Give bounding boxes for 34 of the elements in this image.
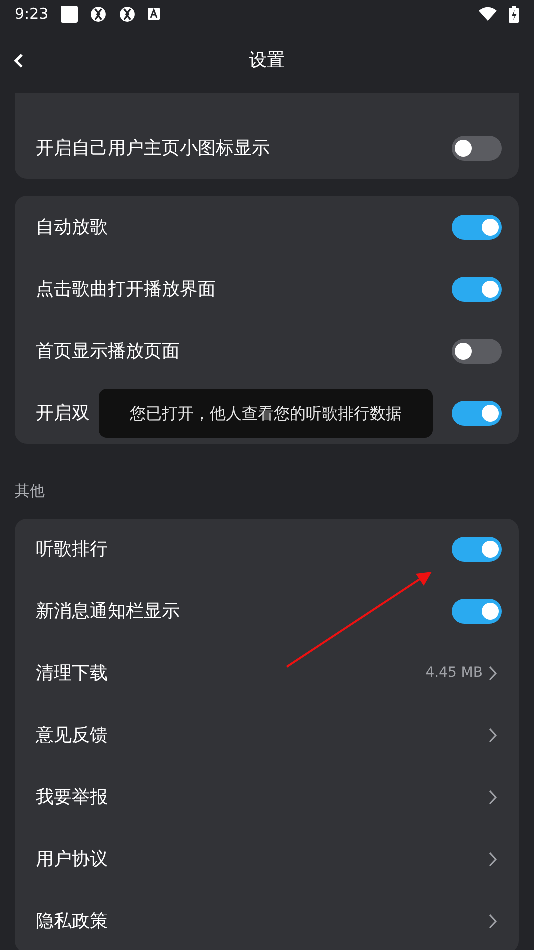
row-label: 隐私政策 [36,910,108,934]
battery-icon [509,6,519,22]
toggle-switch[interactable] [452,400,502,426]
notification-icon [60,6,78,22]
row-label: 用户协议 [36,848,108,872]
row-label: 我要举报 [36,786,108,810]
chevron-icon [489,914,498,929]
row-label: 开启双 [36,402,90,426]
wifi-icon [479,7,497,21]
toggle-switch[interactable] [452,136,502,160]
chevron-icon [489,790,498,805]
status-time: 9:23 [15,4,49,25]
row-label: 意见反馈 [36,724,108,748]
row-label: 开启自己用户主页小图标显示 [36,136,270,160]
row-label: 新消息通知栏显示 [36,600,180,624]
row-label: 自动放歌 [36,216,108,240]
chevron-icon [489,666,498,681]
toggle-switch[interactable] [452,537,502,562]
row-value: 4.45 MB [426,664,483,683]
toggle-switch[interactable] [452,214,502,240]
back-icon[interactable] [13,52,25,68]
row-label: 听歌排行 [36,538,108,562]
toggle-switch[interactable] [452,276,502,302]
keyboard-icon [148,8,160,20]
toast: 您已打开，他人查看您的听歌排行数据 [99,389,433,438]
chevron-icon [489,728,498,743]
row-label: 首页显示播放页面 [36,340,180,364]
row-label: 点击歌曲打开播放界面 [36,278,216,302]
section-title: 其他 [15,481,46,502]
chevron-icon [489,852,498,867]
page-title: 设置 [249,49,285,73]
toggle-switch[interactable] [452,599,502,624]
toggle-switch[interactable] [452,338,502,364]
row-label: 清理下载 [36,662,108,686]
